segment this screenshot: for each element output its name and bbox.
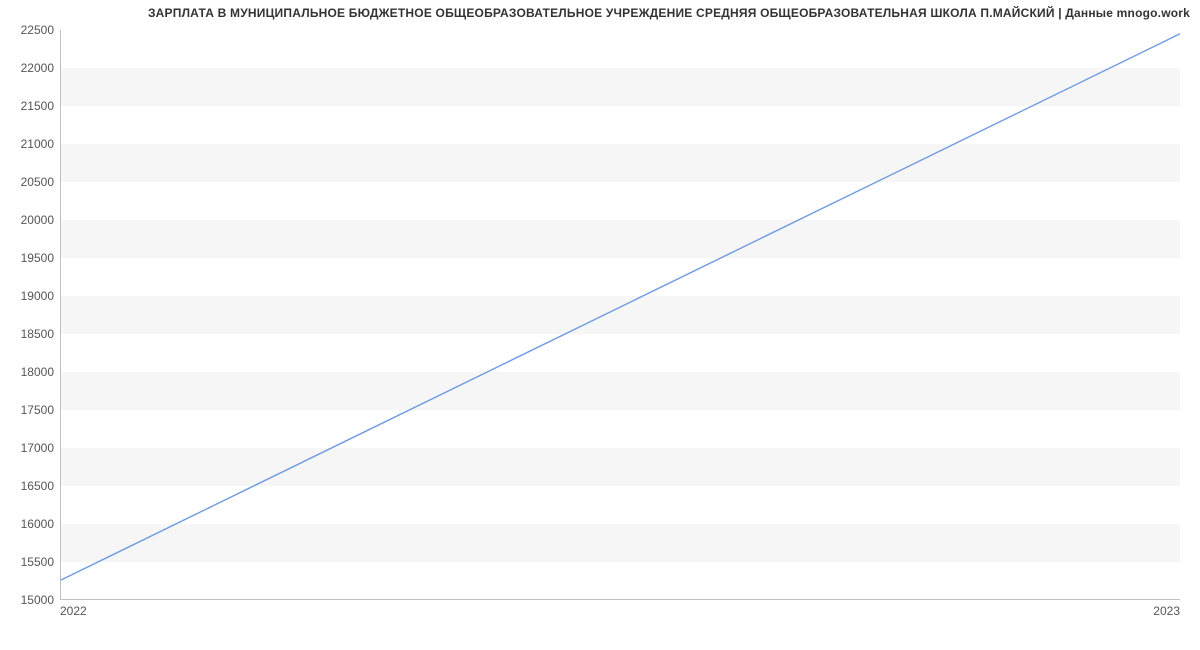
x-tick-label: 2022 (60, 604, 87, 618)
y-tick-label: 20000 (4, 213, 54, 227)
y-tick-label: 15000 (4, 593, 54, 607)
line-layer (61, 30, 1180, 599)
y-tick-label: 19500 (4, 251, 54, 265)
y-tick-label: 21000 (4, 137, 54, 151)
y-tick-label: 22000 (4, 61, 54, 75)
x-tick-label: 2023 (1153, 604, 1180, 618)
y-tick-label: 20500 (4, 175, 54, 189)
plot-area (60, 30, 1180, 600)
y-tick-label: 22500 (4, 23, 54, 37)
y-tick-label: 18500 (4, 327, 54, 341)
y-tick-label: 19000 (4, 289, 54, 303)
y-tick-label: 18000 (4, 365, 54, 379)
y-tick-label: 17000 (4, 441, 54, 455)
y-tick-label: 21500 (4, 99, 54, 113)
chart-title: ЗАРПЛАТА В МУНИЦИПАЛЬНОЕ БЮДЖЕТНОЕ ОБЩЕО… (148, 6, 1190, 20)
y-tick-label: 15500 (4, 555, 54, 569)
y-tick-label: 16500 (4, 479, 54, 493)
y-tick-label: 17500 (4, 403, 54, 417)
series-line (61, 34, 1180, 580)
y-tick-label: 16000 (4, 517, 54, 531)
chart-container: ЗАРПЛАТА В МУНИЦИПАЛЬНОЕ БЮДЖЕТНОЕ ОБЩЕО… (0, 0, 1200, 650)
